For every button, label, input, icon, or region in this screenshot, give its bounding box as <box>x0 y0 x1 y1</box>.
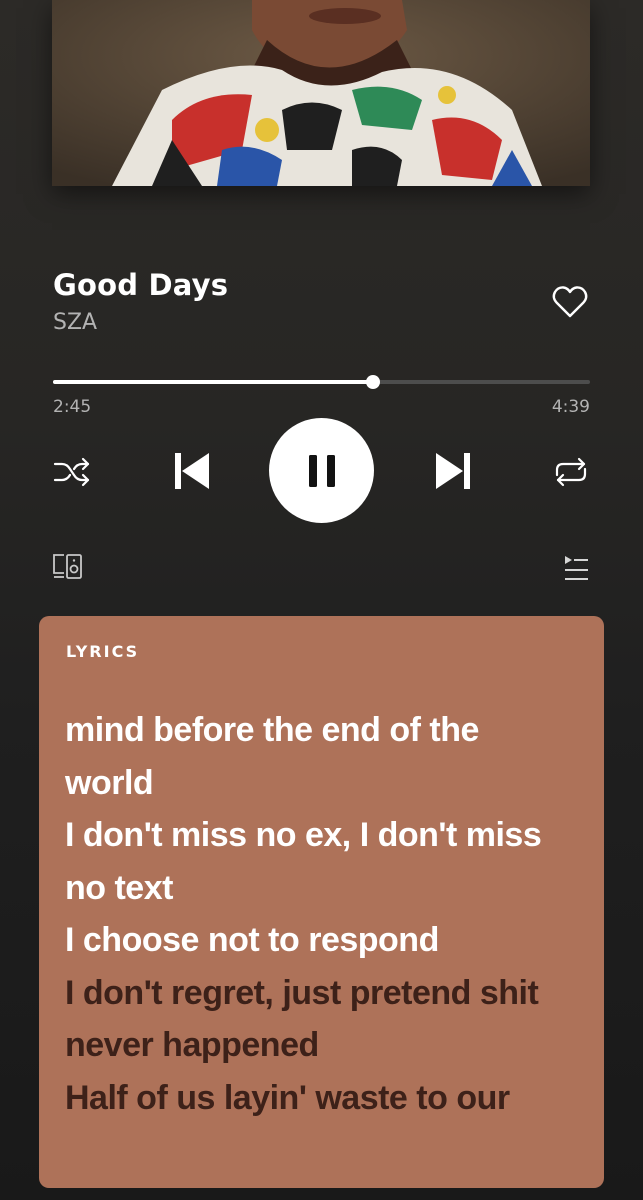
lyric-line: world <box>65 763 154 802</box>
track-artist[interactable]: SZA <box>53 310 97 335</box>
lyric-line: Half of us layin' waste to our <box>65 1078 510 1117</box>
shuffle-button[interactable] <box>52 455 92 489</box>
album-artwork <box>52 0 590 186</box>
progress-fill <box>53 380 373 384</box>
repeat-button[interactable] <box>551 455 591 489</box>
pause-button[interactable] <box>269 418 374 523</box>
lyrics-lines: mind before the end of the world I don't… <box>65 704 585 1124</box>
progress-thumb[interactable] <box>365 375 380 389</box>
devices-icon <box>53 554 82 579</box>
lyric-line: mind before the end of the <box>65 711 479 749</box>
like-button[interactable] <box>550 282 590 322</box>
skip-previous-icon <box>175 453 209 489</box>
repeat-icon <box>555 457 587 487</box>
previous-button[interactable] <box>172 450 212 492</box>
lyric-line: I don't regret, just pretend shit <box>65 973 539 1012</box>
lyric-line: I choose not to respond <box>65 921 439 959</box>
skip-next-icon <box>436 453 470 489</box>
queue-icon <box>565 556 588 580</box>
lyrics-heading: LYRICS <box>66 642 140 661</box>
track-title: Good Days <box>53 268 229 302</box>
heart-icon <box>552 286 588 318</box>
progress-bar[interactable] <box>53 375 590 389</box>
pause-icon <box>308 454 335 487</box>
shuffle-icon <box>53 457 90 487</box>
next-button[interactable] <box>433 450 473 492</box>
total-time: 4:39 <box>551 397 590 417</box>
lyric-line: never happened <box>65 1026 319 1064</box>
elapsed-time: 2:45 <box>53 397 92 417</box>
lyric-line: I don't miss no ex, I don't miss <box>65 816 542 854</box>
devices-button[interactable] <box>52 552 84 580</box>
lyrics-card[interactable]: LYRICS mind before the end of the world … <box>39 616 604 1188</box>
queue-button[interactable] <box>563 554 589 582</box>
lyric-line: no text <box>65 868 173 907</box>
